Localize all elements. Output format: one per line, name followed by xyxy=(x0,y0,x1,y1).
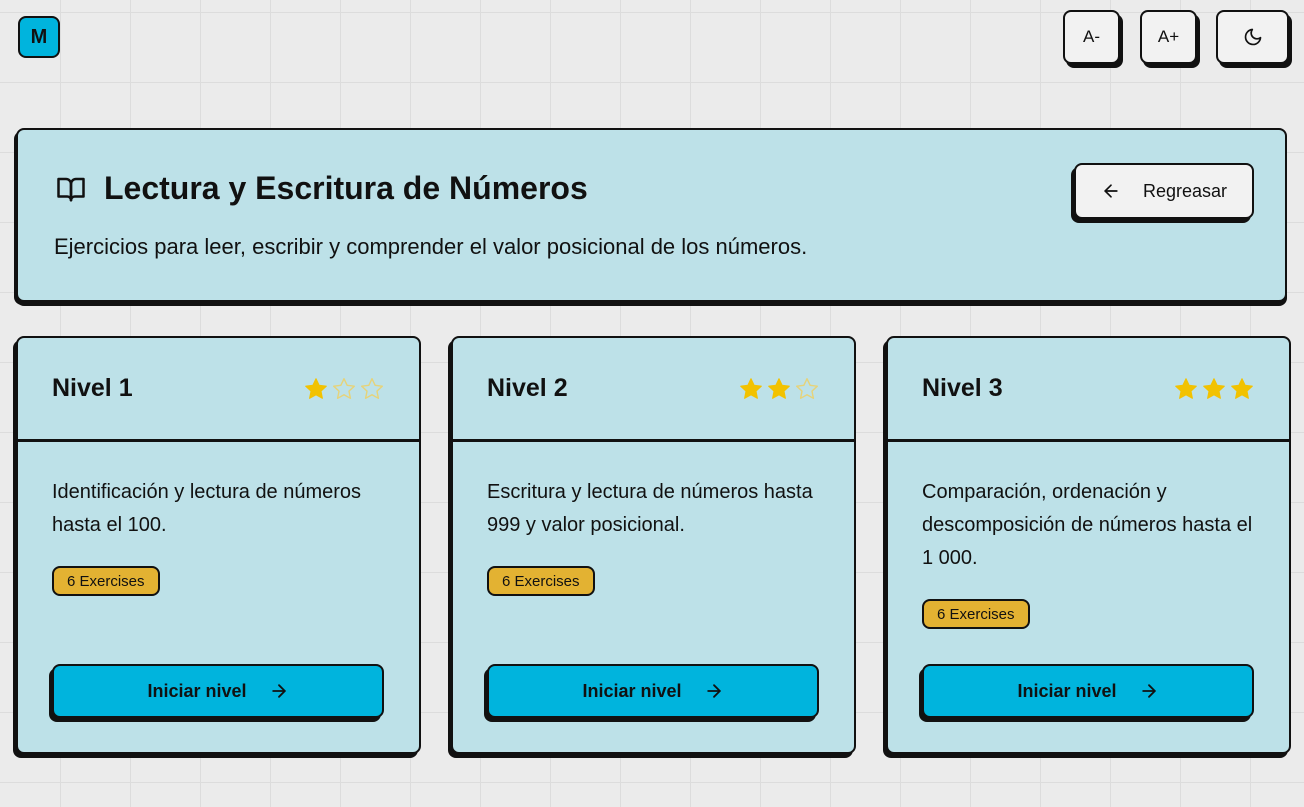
back-button-label: Regreasar xyxy=(1142,180,1228,201)
star-filled-icon xyxy=(740,377,762,399)
arrow-right-icon xyxy=(271,684,286,698)
difficulty-stars xyxy=(1173,376,1255,402)
level-description-block: Identificación y lectura de números hast… xyxy=(52,476,397,597)
level-title: Nivel 3 xyxy=(922,374,1003,402)
increase-font-button[interactable]: A+ xyxy=(1140,10,1197,64)
start-level-label: Iniciar nivel xyxy=(147,680,247,701)
difficulty-stars xyxy=(738,376,820,402)
start-level-button[interactable]: Iniciar nivel xyxy=(922,664,1254,718)
logo-letter: M xyxy=(30,25,48,48)
level-description-block: Escritura y lectura de números hasta 999… xyxy=(487,476,832,597)
decrease-font-label: A- xyxy=(1083,27,1100,46)
star-filled-icon xyxy=(1231,377,1253,399)
arrow-right-icon xyxy=(1141,684,1156,698)
page-subtitle: Ejercicios para leer, escribir y compren… xyxy=(54,234,808,259)
topic-title-row: Lectura y Escritura de Números xyxy=(54,170,588,207)
level-card-header: Nivel 2 xyxy=(453,338,854,442)
star-filled-icon xyxy=(1175,377,1197,399)
book-open-icon xyxy=(57,177,85,201)
theme-toggle-button[interactable] xyxy=(1216,10,1289,64)
star-empty-icon xyxy=(361,377,383,399)
star-empty-icon xyxy=(796,377,818,399)
star-filled-icon xyxy=(1203,377,1225,399)
start-level-button[interactable]: Iniciar nivel xyxy=(52,664,384,718)
exercise-count-badge: 6 Exercises xyxy=(487,566,595,596)
level-description: Comparación, ordenación y descomposición… xyxy=(922,481,1253,569)
level-title: Nivel 2 xyxy=(487,374,568,402)
increase-font-label: A+ xyxy=(1157,27,1180,46)
difficulty-stars xyxy=(303,376,385,402)
level-description-block: Comparación, ordenación y descomposición… xyxy=(922,476,1267,630)
start-level-label: Iniciar nivel xyxy=(582,680,682,701)
start-level-label: Iniciar nivel xyxy=(1017,680,1117,701)
page-title: Lectura y Escritura de Números xyxy=(104,170,588,206)
level-card-header: Nivel 3 xyxy=(888,338,1289,442)
decrease-font-button[interactable]: A- xyxy=(1063,10,1120,64)
arrow-left-icon xyxy=(1104,184,1118,198)
star-empty-icon xyxy=(333,377,355,399)
star-filled-icon xyxy=(768,377,790,399)
exercise-count-badge: 6 Exercises xyxy=(922,599,1030,629)
level-description: Identificación y lectura de números hast… xyxy=(52,481,362,536)
level-card-2: Nivel 2 Escritura y lectura de números h… xyxy=(451,336,856,754)
app-logo[interactable]: M xyxy=(18,16,60,58)
back-button[interactable]: Regreasar xyxy=(1074,163,1254,219)
level-card-1: Nivel 1 Identificación y lectura de núme… xyxy=(16,336,421,754)
level-card-header: Nivel 1 xyxy=(18,338,419,442)
level-description: Escritura y lectura de números hasta 999… xyxy=(487,481,813,536)
start-level-button[interactable]: Iniciar nivel xyxy=(487,664,819,718)
arrow-right-icon xyxy=(706,684,721,698)
topic-header-card: Lectura y Escritura de Números Ejercicio… xyxy=(16,128,1287,302)
level-title: Nivel 1 xyxy=(52,374,133,402)
exercise-count-badge: 6 Exercises xyxy=(52,566,160,596)
moon-icon xyxy=(1244,28,1261,46)
star-filled-icon xyxy=(305,377,327,399)
level-card-3: Nivel 3 Comparación, ordenación y descom… xyxy=(886,336,1291,754)
